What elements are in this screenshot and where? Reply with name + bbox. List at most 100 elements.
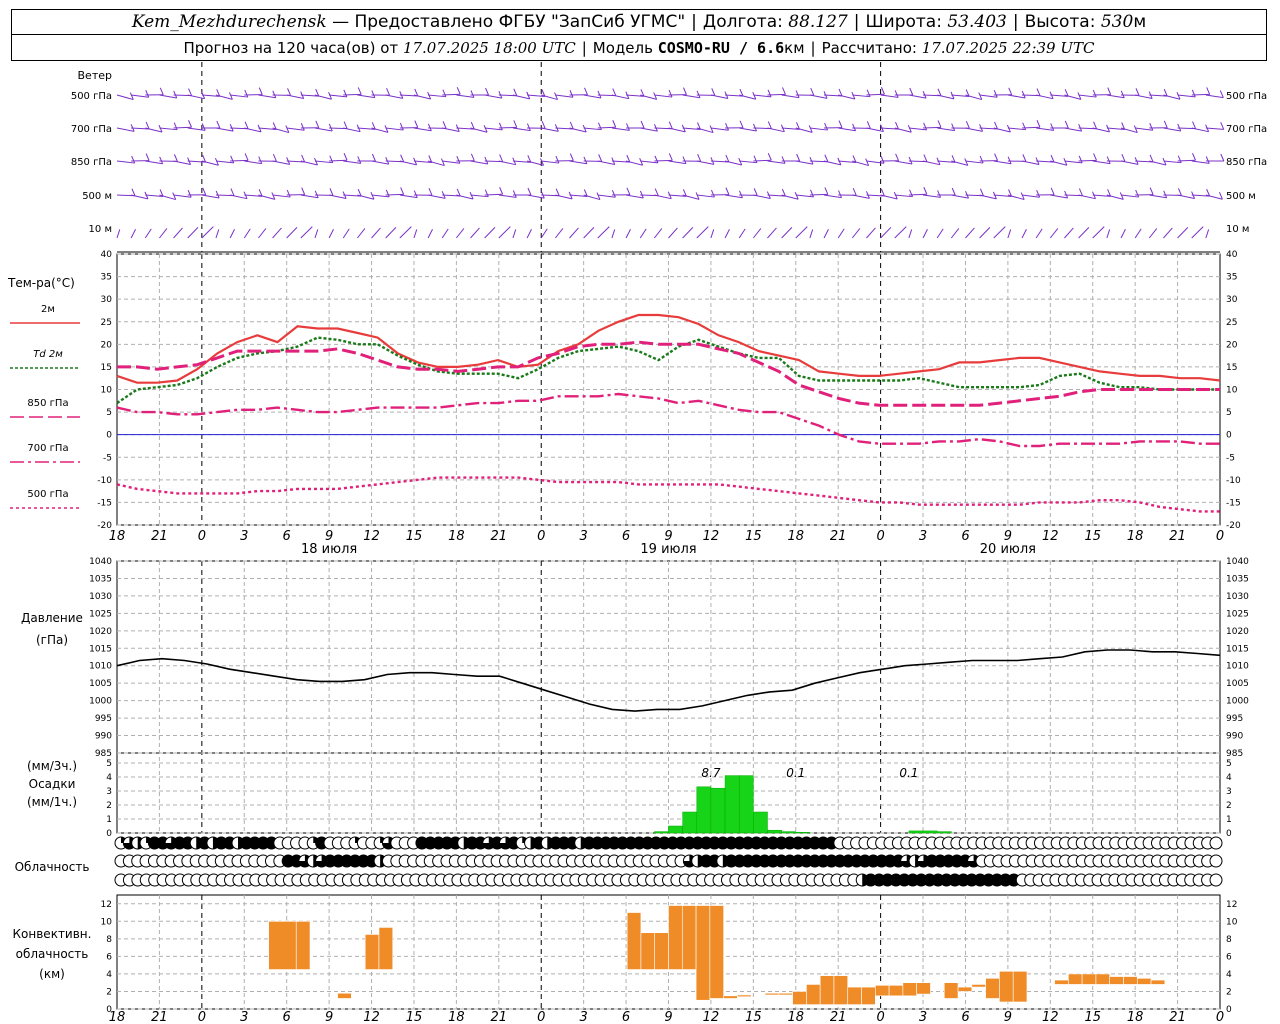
- wind-level-label: 500 гПа: [71, 91, 112, 102]
- x-tick-label: 21: [830, 529, 847, 544]
- wind-barb-feather: [300, 123, 305, 131]
- conv-tick-label: 6: [106, 952, 112, 962]
- x-tick-label: 9: [325, 1010, 333, 1024]
- wind-barb-feather: [1149, 187, 1154, 195]
- conv-tick-label: 10: [101, 917, 113, 927]
- precip-tick-label-right: 0: [1226, 829, 1232, 839]
- cloud-symbol: [1209, 854, 1223, 868]
- wind-barb: [696, 127, 714, 134]
- pressure-tick-label-right: 1025: [1226, 609, 1249, 619]
- wind-barb: [936, 228, 944, 239]
- conv-bar: [1081, 973, 1097, 985]
- conv-bar: [1123, 976, 1138, 985]
- wind-barb: [950, 228, 960, 239]
- wind-barb-feather: [399, 122, 404, 131]
- wind-barb-feather: [880, 156, 885, 164]
- precip-bar: [696, 786, 712, 834]
- x-tick-label: 18: [787, 1010, 804, 1024]
- wind-barb-feather: [400, 154, 405, 162]
- wind-level-label: 700 гПа: [71, 124, 112, 135]
- precip-bar: [654, 831, 669, 834]
- wind-barb-feather: [1120, 90, 1125, 98]
- wind-barb: [1092, 226, 1105, 239]
- wind-barb: [187, 227, 199, 239]
- wind-barb-feather: [555, 155, 560, 164]
- temp-legend-label: 500 гПа: [27, 489, 68, 500]
- pressure-tick-label: 1015: [89, 644, 112, 654]
- precip-tick-label-right: 2: [1226, 801, 1232, 811]
- conv-bar: [723, 995, 738, 999]
- wind-barb-feather: [866, 121, 871, 129]
- wind-barb-feather: [385, 189, 390, 198]
- x-tick-label: 21: [1169, 1010, 1186, 1024]
- wind-barb-feather: [866, 89, 871, 97]
- temp-tick-label-right: -15: [1226, 498, 1241, 508]
- wind-barb-feather: [711, 88, 716, 96]
- wind-barb-feather: [201, 123, 206, 131]
- conv-tick-label: 12: [101, 900, 112, 910]
- temp-tick-label-right: -5: [1226, 453, 1235, 463]
- wind-barb-feather: [1078, 155, 1083, 164]
- wind-barb: [569, 227, 579, 239]
- wind-barb-feather: [329, 155, 334, 163]
- wind-barb: [795, 127, 813, 133]
- wind-barb: [1106, 194, 1124, 200]
- wind-barb: [456, 194, 474, 200]
- x-tick-label: 3: [240, 529, 248, 544]
- wind-barb: [1078, 227, 1090, 239]
- wind-barb: [470, 127, 488, 133]
- precip-bar: [908, 830, 924, 834]
- conv-bar: [1054, 979, 1069, 985]
- temp-tick-label-right: 25: [1226, 318, 1237, 328]
- wind-barb-feather: [173, 154, 178, 162]
- x-tick-label: 6: [622, 1010, 630, 1024]
- precip-tick-label: 5: [106, 759, 112, 769]
- wind-barb: [215, 94, 233, 100]
- wind-barb: [201, 226, 214, 239]
- wind-barb-feather: [427, 123, 432, 131]
- conv-tick-label: 4: [106, 970, 112, 980]
- temp-tick-label-right: 15: [1226, 363, 1237, 373]
- wind-barb-feather: [767, 121, 772, 129]
- wind-barb-feather: [937, 190, 942, 198]
- pressure-title: Давление: [21, 611, 83, 625]
- x-tick-label: 18: [448, 529, 465, 544]
- precip-tick-label-right: 5: [1226, 759, 1232, 769]
- wind-barb: [1021, 229, 1027, 239]
- temp-tick-label-right: -20: [1226, 521, 1241, 531]
- wind-barb: [965, 94, 982, 101]
- x-tick-label: 3: [919, 529, 927, 544]
- wind-barb-feather: [1163, 120, 1168, 129]
- conv-label: облачность: [16, 947, 89, 961]
- wind-barb-feather: [145, 153, 150, 161]
- day-label: 18 июля: [301, 542, 357, 557]
- wind-barb-feather: [470, 153, 475, 162]
- wind-barb: [1177, 194, 1195, 200]
- x-tick-label: 0: [876, 1010, 884, 1024]
- wind-barb: [696, 226, 709, 239]
- wind-barb-feather: [470, 90, 475, 98]
- wind-barb: [144, 228, 152, 239]
- wind-barb-feather: [1106, 156, 1111, 164]
- wind-barb-feather: [1206, 87, 1211, 95]
- temp-tick-label-right: 10: [1226, 386, 1238, 396]
- wind-barb-feather: [287, 88, 291, 96]
- conv-bar: [1012, 970, 1028, 1003]
- wind-barb-feather: [442, 121, 447, 129]
- x-tick-label: 15: [406, 1010, 423, 1024]
- wind-barb: [1007, 194, 1025, 201]
- wind-barb: [145, 127, 163, 133]
- wind-barb: [131, 194, 149, 200]
- conv-bar: [695, 905, 711, 1001]
- wind-barb: [823, 160, 841, 166]
- temp-tick-label: 15: [101, 363, 112, 373]
- wind-barb-feather: [597, 90, 602, 99]
- wind-barb: [554, 228, 564, 239]
- wind-barb-feather: [909, 87, 914, 96]
- wind-barb-feather: [244, 153, 249, 161]
- conv-bar: [654, 932, 669, 970]
- temp-tick-label: 20: [101, 340, 113, 350]
- wind-barb-feather: [244, 121, 249, 129]
- conv-bar: [861, 986, 876, 1005]
- wind-barb: [173, 227, 183, 239]
